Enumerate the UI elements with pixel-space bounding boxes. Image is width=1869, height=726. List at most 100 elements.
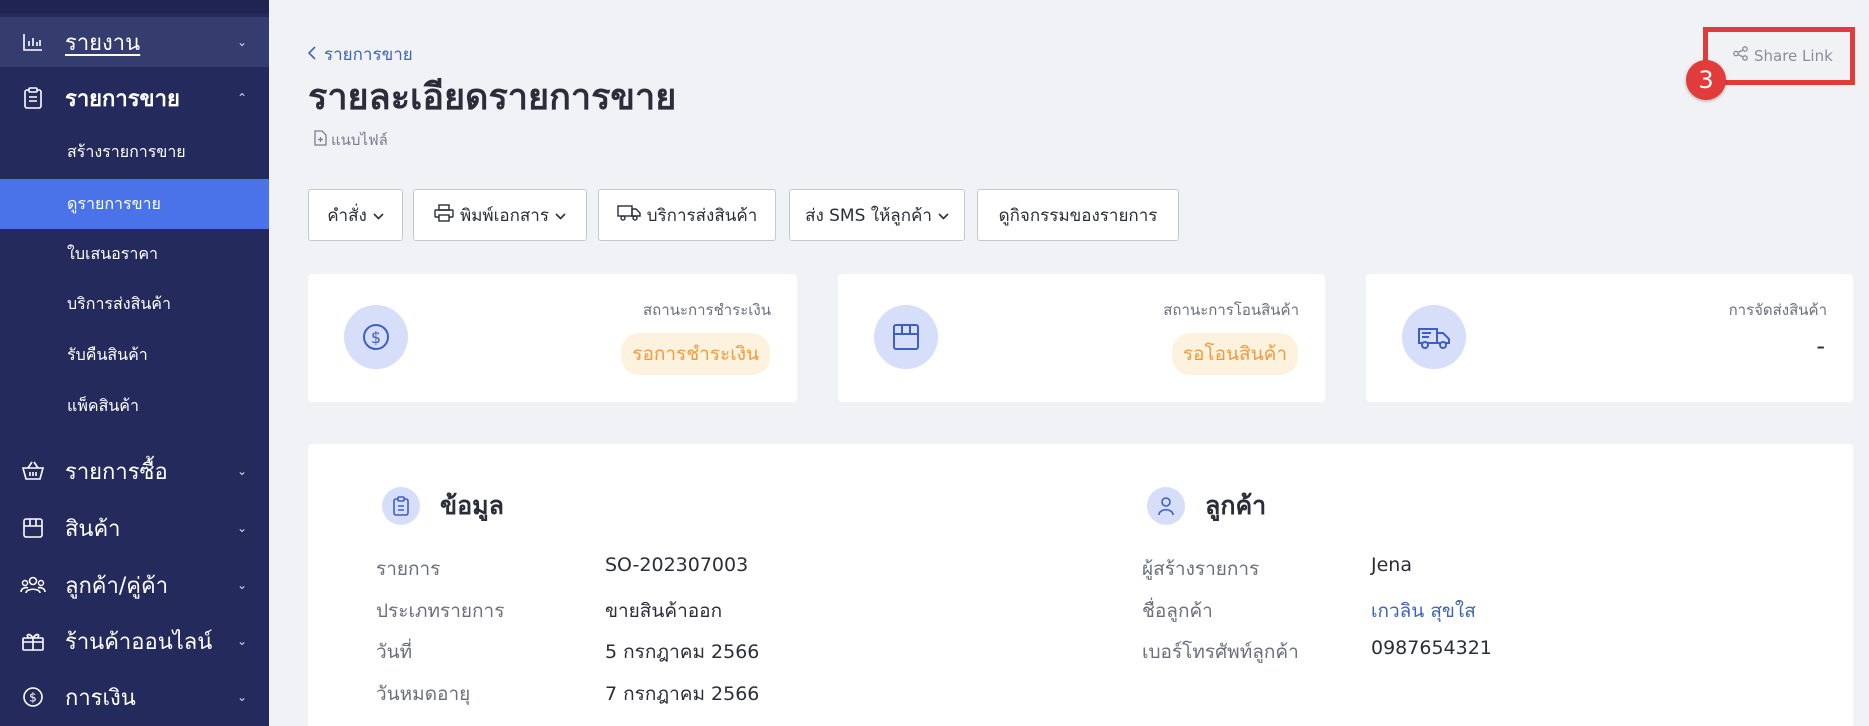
basket-icon: [20, 458, 46, 484]
command-dropdown-button[interactable]: คำสั่ง: [308, 189, 403, 241]
svg-text:$: $: [29, 691, 37, 705]
shipping-service-button[interactable]: บริการส่งสินค้า: [598, 189, 776, 241]
chevron-down-icon: ⌄: [236, 521, 247, 535]
bar-chart-icon: [20, 29, 46, 55]
sidebar-item-finance[interactable]: $ การเงิน ⌄: [0, 672, 269, 722]
sidebar-item-online-shop[interactable]: ร้านค้าออนไลน์ ⌄: [0, 616, 269, 666]
user-icon: [1147, 487, 1185, 525]
step-number-badge: 3: [1686, 60, 1726, 100]
order-type-label: ประเภทรายการ: [376, 600, 505, 622]
sidebar-item-label: การเงิน: [65, 685, 136, 711]
print-label: พิมพ์เอกสาร: [460, 205, 549, 226]
transfer-status-card: สถานะการโอนสินค้า รอโอนสินค้า: [838, 274, 1325, 402]
sidebar-subitem-label: รับคืนสินค้า: [67, 344, 148, 364]
customer-name-link[interactable]: เกวลิน สุขใส: [1371, 596, 1476, 626]
sidebar-item-label: สินค้า: [65, 516, 121, 542]
details-card: ข้อมูล รายการ SO-202307003 ประเภทรายการ …: [308, 444, 1853, 726]
sidebar-subitem-quotation[interactable]: ใบเสนอราคา: [0, 229, 269, 279]
sidebar-subitem-label: ใบเสนอราคา: [67, 243, 159, 263]
creator-label: ผู้สร้างรายการ: [1142, 558, 1260, 580]
sidebar-top-strip: [0, 0, 269, 13]
creator-value: Jena: [1371, 554, 1412, 576]
chevron-down-icon: ⌄: [236, 464, 247, 478]
sidebar-subitem-label: แพ็คสินค้า: [67, 395, 139, 415]
order-type-value: ขายสินค้าออก: [605, 600, 723, 622]
chevron-up-icon: ⌃: [236, 91, 247, 105]
printer-icon: [434, 203, 454, 227]
sidebar-item-label: ลูกค้า/คู่ค้า: [65, 573, 169, 599]
sidebar-item-label: รายการขาย: [65, 86, 180, 112]
breadcrumb-label: รายการขาย: [324, 45, 413, 65]
gift-shop-icon: [20, 628, 46, 654]
chevron-down-icon: [373, 205, 384, 225]
chevron-down-icon: [555, 205, 566, 225]
info-section-title: ข้อมูล: [440, 491, 504, 520]
page-title: รายละเอียดรายการขาย: [308, 77, 677, 118]
file-plus-icon: [314, 130, 327, 150]
customer-name-label: ชื่อลูกค้า: [1142, 600, 1213, 622]
delivery-status-caption: การจัดส่งสินค้า: [1728, 301, 1827, 319]
sidebar-item-customers[interactable]: ลูกค้า/คู่ค้า ⌄: [0, 560, 269, 610]
sidebar-item-label: รายการซื้อ: [65, 459, 168, 485]
sidebar-item-label: ร้านค้าออนไลน์: [65, 629, 213, 655]
sidebar-subitem-packing[interactable]: แพ็คสินค้า: [0, 381, 269, 431]
sidebar: รายงาน ⌄ รายการขาย ⌃ สร้างรายการขาย ดูรา…: [0, 0, 269, 726]
payment-status-caption: สถานะการชำระเงิน: [643, 301, 771, 319]
sidebar-item-label: รายงาน: [65, 30, 141, 56]
transfer-status-badge: รอโอนสินค้า: [1171, 333, 1298, 375]
chevron-down-icon: [938, 205, 949, 225]
print-document-button[interactable]: พิมพ์เอกสาร: [413, 189, 587, 241]
chevron-down-icon: ⌄: [236, 578, 247, 592]
customer-phone-label: เบอร์โทรศัพท์ลูกค้า: [1142, 641, 1299, 663]
dollar-icon: $: [20, 684, 46, 710]
customer-section-title: ลูกค้า: [1205, 491, 1267, 520]
command-label: คำสั่ง: [327, 205, 367, 226]
users-icon: [20, 572, 46, 598]
sidebar-subitem-view-sales[interactable]: ดูรายการขาย: [0, 179, 269, 229]
delivery-status-card: การจัดส่งสินค้า -: [1366, 274, 1853, 402]
shipping-label: บริการส่งสินค้า: [646, 205, 758, 226]
attach-file-link[interactable]: แนบไฟล์: [314, 128, 388, 152]
expiry-date-label: วันหมดอายุ: [376, 683, 471, 705]
sidebar-subitem-label: บริการส่งสินค้า: [67, 293, 171, 313]
truck-icon: [617, 204, 641, 227]
info-section-header: ข้อมูล: [382, 486, 504, 526]
box-icon: [874, 305, 938, 369]
sidebar-subitem-returns[interactable]: รับคืนสินค้า: [0, 330, 269, 380]
chevron-down-icon: ⌄: [236, 634, 247, 648]
customer-phone-value: 0987654321: [1371, 637, 1492, 659]
delivery-status-value: -: [1816, 332, 1825, 360]
view-activity-button[interactable]: ดูกิจกรรมของรายการ: [977, 189, 1179, 241]
sidebar-item-purchases[interactable]: รายการซื้อ ⌄: [0, 446, 269, 496]
sidebar-subitem-label: สร้างรายการขาย: [67, 141, 186, 161]
svg-text:$: $: [371, 328, 381, 347]
sidebar-subitem-shipping[interactable]: บริการส่งสินค้า: [0, 279, 269, 329]
clipboard-icon: [382, 487, 420, 525]
transfer-status-caption: สถานะการโอนสินค้า: [1163, 301, 1299, 319]
clipboard-icon: [20, 85, 46, 111]
attach-label: แนบไฟล์: [331, 131, 388, 149]
breadcrumb[interactable]: รายการขาย: [307, 41, 413, 68]
payment-status-badge: รอการชำระเงิน: [621, 333, 770, 375]
dollar-circle-icon: $: [344, 305, 408, 369]
sidebar-subitem-label: ดูรายการขาย: [67, 193, 161, 213]
send-sms-dropdown-button[interactable]: ส่ง SMS ให้ลูกค้า: [789, 189, 965, 241]
box-icon: [20, 515, 46, 541]
sidebar-item-reports[interactable]: รายงาน ⌄: [0, 17, 269, 67]
chevron-left-icon: [307, 45, 316, 65]
date-value: 5 กรกฎาคม 2566: [605, 641, 760, 663]
sidebar-item-sales[interactable]: รายการขาย ⌃: [0, 73, 269, 123]
date-label: วันที่: [376, 641, 413, 663]
chevron-down-icon: ⌄: [236, 35, 247, 49]
payment-status-card: $ สถานะการชำระเงิน รอการชำระเงิน: [308, 274, 797, 402]
sms-label: ส่ง SMS ให้ลูกค้า: [805, 205, 932, 226]
customer-section-header: ลูกค้า: [1147, 486, 1266, 526]
order-number-value: SO-202307003: [605, 554, 749, 576]
activity-label: ดูกิจกรรมของรายการ: [998, 205, 1158, 226]
delivery-truck-icon: [1402, 305, 1466, 369]
sidebar-subitem-create-sale[interactable]: สร้างรายการขาย: [0, 127, 269, 177]
order-number-label: รายการ: [376, 558, 441, 580]
chevron-down-icon: ⌄: [236, 690, 247, 704]
sidebar-item-products[interactable]: สินค้า ⌄: [0, 503, 269, 553]
expiry-date-value: 7 กรกฎาคม 2566: [605, 683, 760, 705]
